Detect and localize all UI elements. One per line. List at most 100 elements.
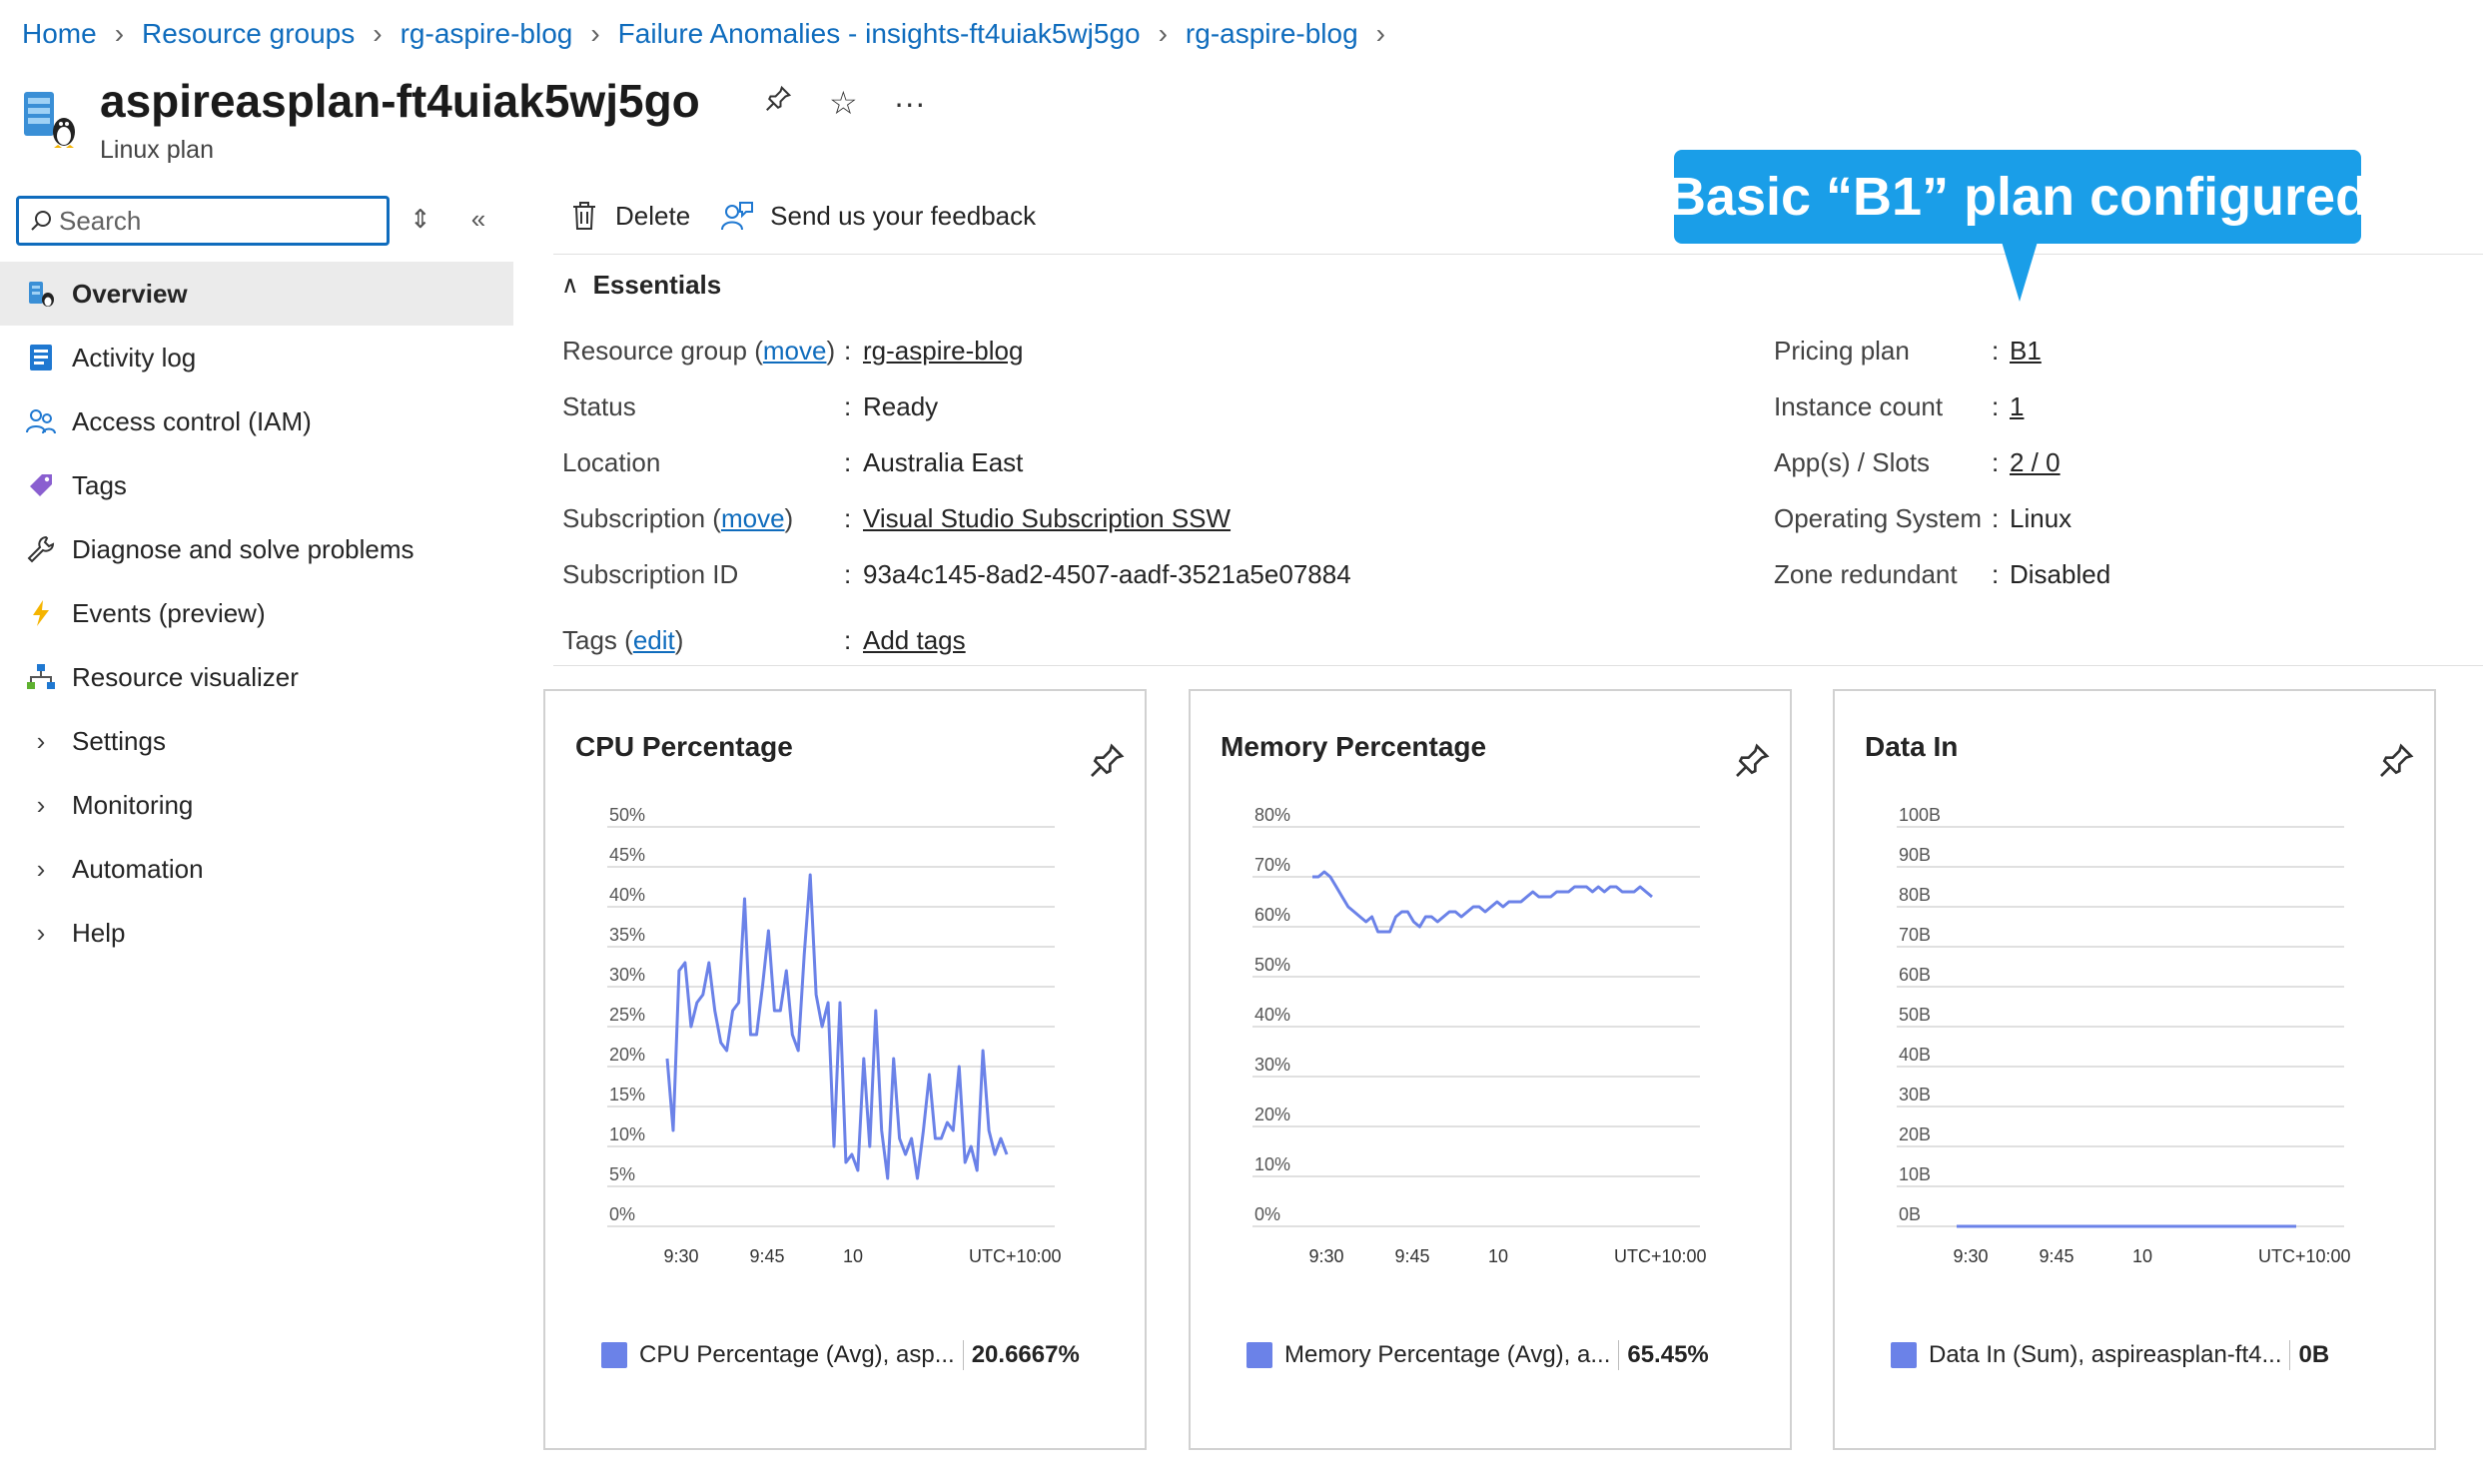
- edit-tags-link[interactable]: edit: [633, 625, 675, 655]
- y-tick-label: 5%: [609, 1164, 635, 1184]
- delete-button[interactable]: Delete: [569, 200, 690, 232]
- sidebar-item-events[interactable]: Events (preview): [0, 581, 513, 645]
- sidebar-nav: Overview Activity log Access control (IA…: [0, 262, 513, 965]
- field-label: App(s) / Slots: [1774, 447, 1931, 477]
- search-input[interactable]: [59, 205, 359, 237]
- location-value: Australia East: [863, 447, 1024, 477]
- page-title: aspireasplan-ft4uiak5wj5go: [100, 75, 700, 127]
- y-tick-label: 20B: [1899, 1124, 1931, 1144]
- feedback-button[interactable]: Send us your feedback: [720, 200, 1036, 232]
- y-tick-label: 50%: [1254, 955, 1290, 975]
- legend-value: 20.6667%: [971, 1341, 1080, 1368]
- sidebar-item-diagnose[interactable]: Diagnose and solve problems: [0, 517, 513, 581]
- y-tick-label: 40%: [1254, 1005, 1290, 1025]
- chart-title: CPU Percentage: [575, 731, 793, 762]
- sidebar-item-label: Overview: [72, 278, 188, 309]
- pin-icon[interactable]: [2376, 741, 2416, 781]
- y-tick-label: 25%: [609, 1005, 645, 1025]
- sidebar-group-label: Settings: [72, 725, 166, 756]
- y-tick-label: 10B: [1899, 1164, 1931, 1184]
- operating-system-value: Linux: [2010, 503, 2072, 533]
- field-label: Location: [562, 447, 661, 477]
- activity-log-icon: [24, 341, 58, 374]
- chart-title: Data In: [1865, 731, 1959, 762]
- field-label: Subscription: [562, 503, 706, 533]
- more-icon[interactable]: ···: [894, 85, 926, 122]
- people-icon: [24, 404, 58, 438]
- status-value: Ready: [863, 391, 939, 421]
- y-tick-label: 70B: [1899, 925, 1931, 945]
- field-label: Operating System: [1774, 503, 1983, 533]
- chart-legend: Data In (Sum), aspireasplan-ft4... 0B: [1891, 1340, 2329, 1370]
- breadcrumb-home[interactable]: Home: [22, 18, 97, 50]
- sidebar-group-settings[interactable]: › Settings: [0, 709, 513, 773]
- pin-icon[interactable]: [1087, 741, 1127, 781]
- x-tick-label: 9:45: [749, 1246, 784, 1266]
- sidebar-item-access-control[interactable]: Access control (IAM): [0, 389, 513, 453]
- cpu-percentage-card[interactable]: CPU Percentage 50% 45% 40% 35% 30% 25% 20% 15% 1…: [543, 689, 1147, 1450]
- breadcrumb-resource-groups[interactable]: Resource groups: [142, 18, 355, 50]
- move-resource-group-link[interactable]: move: [763, 336, 827, 366]
- memory-percentage-card[interactable]: Memory Percentage 80% 70% 60% 50% 40% 30% 20% 1…: [1189, 689, 1792, 1450]
- breadcrumb: Home › Resource groups › rg-aspire-blog …: [22, 18, 1403, 50]
- sidebar-item-overview[interactable]: Overview: [0, 262, 513, 326]
- y-tick-label: 100B: [1899, 805, 1941, 825]
- sidebar-item-label: Diagnose and solve problems: [72, 533, 414, 564]
- chevron-right-icon: ›: [36, 789, 46, 820]
- x-tick-label: 10: [2132, 1246, 2152, 1266]
- y-tick-label: 80B: [1899, 885, 1931, 905]
- x-tick-label: 10: [1488, 1246, 1508, 1266]
- wrench-icon: [24, 532, 58, 566]
- field-label: Zone redundant: [1774, 559, 1958, 589]
- subscription-link[interactable]: Visual Studio Subscription SSW: [863, 503, 1231, 534]
- sidebar-group-help[interactable]: › Help: [0, 901, 513, 965]
- x-tick-label: 9:30: [1308, 1246, 1343, 1266]
- y-tick-label: 70%: [1254, 855, 1290, 875]
- pin-icon[interactable]: [1732, 741, 1772, 781]
- chevron-right-icon: ›: [1375, 18, 1385, 49]
- chevron-right-icon: ›: [1158, 18, 1168, 49]
- sidebar-group-label: Automation: [72, 853, 204, 884]
- cpu-percentage-chart: 50% 45% 40% 35% 30% 25% 20% 15% 10% 5% 0% 9:30 9:45 1…: [607, 805, 1062, 1266]
- apps-slots-link[interactable]: 2 / 0: [2010, 447, 2061, 478]
- sidebar-item-label: Activity log: [72, 342, 197, 372]
- callout-annotation: Basic “B1” plan configured: [1667, 150, 2368, 244]
- breadcrumb-rg-aspire-blog-2[interactable]: rg-aspire-blog: [1186, 18, 1358, 50]
- data-in-card[interactable]: Data In 100B 90B 80B 70B 60B 50B 40B 30B 20B 10B 0…: [1833, 689, 2436, 1450]
- star-icon[interactable]: ☆: [829, 84, 858, 122]
- add-tags-link[interactable]: Add tags: [863, 625, 966, 656]
- y-tick-label: 40B: [1899, 1045, 1931, 1065]
- sidebar-item-tags[interactable]: Tags: [0, 453, 513, 517]
- y-tick-label: 0B: [1899, 1204, 1921, 1224]
- x-tick-label: 9:45: [2039, 1246, 2073, 1266]
- sidebar-group-automation[interactable]: › Automation: [0, 837, 513, 901]
- search-icon: [31, 211, 51, 231]
- y-tick-label: 0%: [609, 1204, 635, 1224]
- legend-swatch: [1246, 1342, 1272, 1368]
- y-tick-label: 0%: [1254, 1204, 1280, 1224]
- expand-collapse-icon[interactable]: ⇕: [410, 204, 431, 235]
- trash-icon: [573, 202, 595, 230]
- sidebar-item-label: Events (preview): [72, 597, 266, 628]
- tag-icon: [24, 468, 58, 502]
- breadcrumb-rg-aspire-blog[interactable]: rg-aspire-blog: [401, 18, 573, 50]
- field-label: Resource group: [562, 336, 747, 366]
- pricing-plan-link[interactable]: B1: [2010, 336, 2042, 367]
- sidebar-group-monitoring[interactable]: › Monitoring: [0, 773, 513, 837]
- move-subscription-link[interactable]: move: [721, 503, 785, 533]
- collapse-sidebar-icon[interactable]: «: [471, 204, 485, 235]
- instance-count-link[interactable]: 1: [2010, 391, 2024, 422]
- pin-icon[interactable]: [763, 84, 793, 122]
- sidebar-item-resource-visualizer[interactable]: Resource visualizer: [0, 645, 513, 709]
- essentials-toggle[interactable]: ∧ Essentials: [561, 270, 721, 301]
- resource-group-link[interactable]: rg-aspire-blog: [863, 336, 1023, 367]
- breadcrumb-failure-anomalies[interactable]: Failure Anomalies - insights-ft4uiak5wj5…: [618, 18, 1141, 50]
- y-tick-label: 40%: [609, 885, 645, 905]
- sidebar-item-activity-log[interactable]: Activity log: [0, 326, 513, 389]
- divider: [553, 665, 2483, 666]
- chevron-right-icon: ›: [36, 917, 46, 948]
- legend-value: 0B: [2298, 1341, 2330, 1368]
- hierarchy-icon: [24, 660, 58, 694]
- legend-swatch: [601, 1342, 627, 1368]
- timezone-label: UTC+10:00: [1614, 1246, 1707, 1266]
